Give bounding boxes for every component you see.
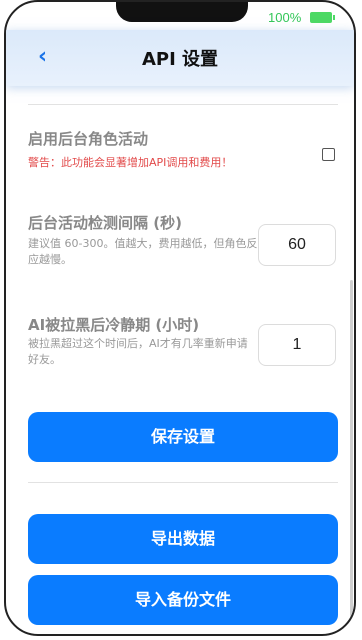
background-activity-warning: 警告：此功能会显著增加API调用和费用！ bbox=[28, 156, 233, 169]
background-activity-label: 启用后台角色活动 bbox=[28, 130, 149, 148]
check-interval-input[interactable]: 60 bbox=[258, 224, 336, 266]
cooldown-hint: 被拉黑超过这个时间后，AI才有几率重新申请好友。 bbox=[28, 337, 248, 366]
page-title: API 设置 bbox=[141, 49, 219, 70]
header-bar: ‹ API 设置 bbox=[6, 30, 354, 86]
battery-icon bbox=[310, 12, 335, 23]
background-activity-checkbox[interactable] bbox=[322, 148, 335, 161]
check-interval-hint: 建议值 60-300。值越大，费用越低，但角色反应越慢。 bbox=[28, 237, 258, 266]
save-settings-button[interactable]: 保存设置 bbox=[28, 412, 338, 462]
status-time: 下午05:25 bbox=[28, 13, 87, 28]
battery-percent: 100% bbox=[268, 10, 302, 25]
top-divider bbox=[28, 104, 338, 105]
export-data-button[interactable]: 导出数据 bbox=[28, 514, 338, 564]
cooldown-label: AI被拉黑后冷静期 (小时) bbox=[28, 316, 200, 334]
scrollbar[interactable] bbox=[350, 280, 353, 634]
notch bbox=[116, 2, 248, 22]
check-interval-label: 后台活动检测间隔 (秒) bbox=[28, 214, 182, 232]
import-backup-button[interactable]: 导入备份文件 bbox=[28, 575, 338, 625]
phone-frame: 下午05:25 100% ‹ API 设置 启用后台角色活动 警告：此功能会显著… bbox=[4, 0, 356, 636]
section-divider bbox=[28, 482, 338, 483]
cooldown-input[interactable]: 1 bbox=[258, 324, 336, 366]
